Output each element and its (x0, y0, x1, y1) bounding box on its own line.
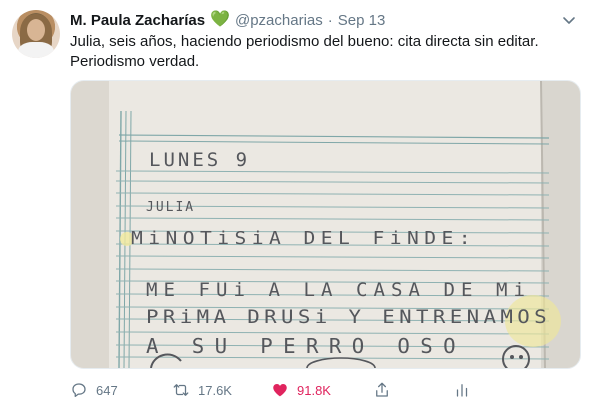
tweet[interactable]: M. Paula Zacharías 💚 @pzacharias · Sep 1… (0, 0, 593, 414)
retweet-count: 17.6K (198, 382, 232, 398)
retweet-button[interactable]: 17.6K (172, 381, 269, 399)
avatar[interactable] (12, 10, 60, 58)
tweet-text: Julia, seis años, haciendo periodismo de… (70, 33, 539, 70)
reply-button[interactable]: 647 (70, 381, 170, 399)
green-heart-emoji: 💚 (210, 11, 230, 28)
handwritten-line-6: A SU PERRO OSO (146, 334, 466, 358)
handwritten-line-3: MiNOTiSiA DEL FiNDE: (131, 228, 476, 249)
retweet-icon (173, 384, 189, 396)
reply-count: 647 (96, 382, 118, 398)
handwritten-line-1: LUNES 9 (149, 149, 250, 171)
avatar-face (27, 19, 45, 41)
share-icon (376, 382, 388, 397)
handwritten-line-4: ME FUi A LA CASA DE Mi (146, 279, 531, 301)
like-button[interactable]: 91.8K (271, 381, 369, 399)
author-name[interactable]: M. Paula Zacharías (70, 12, 205, 29)
handwritten-line-5: PRiMA DRUSi Y ENTRENAMOS (146, 306, 551, 328)
handwritten-line-2: JULIA (146, 200, 195, 215)
like-icon (273, 384, 287, 397)
reply-icon (72, 383, 86, 398)
tweet-image[interactable]: LUNES 9 JULIA MiNOTiSiA DEL FiNDE: ME FU… (70, 80, 581, 369)
tweet-date[interactable]: Sep 13 (338, 12, 386, 29)
analytics-icon (456, 384, 468, 397)
share-button[interactable] (373, 381, 433, 399)
tweet-header: M. Paula Zacharías 💚 @pzacharias · Sep 1… (70, 10, 385, 30)
author-handle[interactable]: @pzacharias (235, 12, 323, 29)
notebook-photo: LUNES 9 JULIA MiNOTiSiA DEL FiNDE: ME FU… (71, 81, 580, 368)
avatar-shirt (18, 42, 54, 58)
like-count: 91.8K (297, 382, 331, 398)
analytics-button[interactable] (453, 381, 479, 399)
separator: · (327, 11, 333, 29)
tweet-actions: 647 17.6K 91.8K (70, 378, 500, 402)
chevron-down-icon[interactable] (561, 12, 577, 28)
